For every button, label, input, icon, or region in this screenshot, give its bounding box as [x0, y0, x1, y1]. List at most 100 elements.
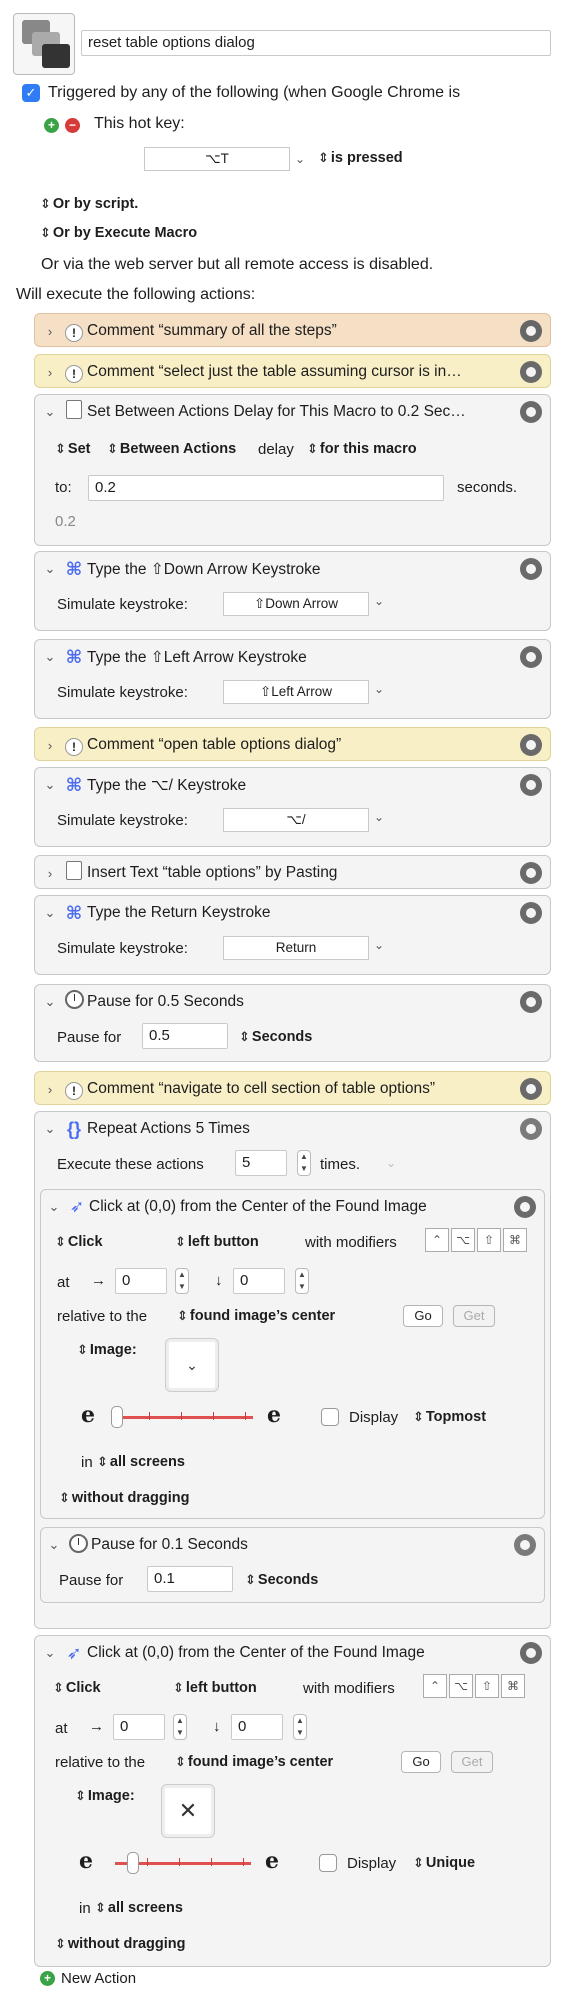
gear-icon[interactable] — [514, 1196, 536, 1218]
keystroke-dropdown-icon[interactable]: ⌄ — [374, 594, 384, 608]
keystroke-field[interactable]: Return — [223, 936, 369, 960]
action-comment-open-dialog[interactable]: › ! Comment “open table options dialog” — [34, 727, 551, 761]
disclosure-icon[interactable]: ⌄ — [39, 404, 61, 420]
gear-icon[interactable] — [514, 1534, 536, 1556]
y-offset-field[interactable]: 0 — [231, 1714, 283, 1740]
gear-icon[interactable] — [520, 1642, 542, 1664]
x-offset-field[interactable]: 0 — [115, 1268, 167, 1294]
modifier-option[interactable]: ⌥ — [451, 1228, 475, 1252]
fuzz-slider-knob[interactable] — [127, 1852, 139, 1874]
disclosure-icon[interactable]: ⌄ — [39, 777, 61, 793]
trigger-checkbox[interactable]: ✓ — [22, 84, 40, 102]
gear-icon[interactable] — [520, 1078, 542, 1100]
gear-icon[interactable] — [520, 774, 542, 796]
display-mode-select[interactable]: ⇕ Unique — [413, 1855, 475, 1871]
disclosure-icon[interactable]: ⌄ — [43, 1199, 65, 1215]
go-button[interactable]: Go — [403, 1305, 443, 1327]
times-dropdown-icon[interactable]: ⌄ — [386, 1156, 396, 1170]
image-well[interactable]: ✕ — [161, 1784, 215, 1838]
modifier-shift[interactable]: ⇧ — [477, 1228, 501, 1252]
action-click-found-image[interactable]: ⌄ ➶ Click at (0,0) from the Center of th… — [34, 1635, 551, 1967]
modifier-command[interactable]: ⌘ — [503, 1228, 527, 1252]
gear-icon[interactable] — [520, 401, 542, 423]
gear-icon[interactable] — [520, 902, 542, 924]
go-button[interactable]: Go — [401, 1751, 441, 1773]
keystroke-field[interactable]: ⌥/ — [223, 808, 369, 832]
pause-unit-select[interactable]: ⇕ Seconds — [239, 1029, 312, 1045]
gear-icon[interactable] — [520, 734, 542, 756]
macro-icon[interactable] — [13, 13, 75, 75]
modifier-control[interactable]: ⌃ — [423, 1674, 447, 1698]
screens-select[interactable]: ⇕ all screens — [95, 1900, 183, 1916]
or-by-execute-macro[interactable]: ⇕ Or by Execute Macro — [40, 225, 197, 241]
action-pause-0-5[interactable]: ⌄ Pause for 0.5 Seconds Pause for 0.5 ⇕ S… — [34, 984, 551, 1062]
action-type-return[interactable]: ⌄ ⌘ Type the Return Keystroke Simulate k… — [34, 895, 551, 975]
gear-icon[interactable] — [520, 991, 542, 1013]
gear-icon[interactable] — [520, 361, 542, 383]
relative-select[interactable]: ⇕ found image’s center — [175, 1754, 333, 1770]
disclosure-icon[interactable]: › — [39, 365, 61, 380]
for-macro-select[interactable]: ⇕ for this macro — [307, 441, 417, 457]
display-mode-select[interactable]: ⇕ Topmost — [413, 1409, 486, 1425]
hotkey-state-select[interactable]: ⇕ is pressed — [318, 150, 403, 166]
disclosure-icon[interactable]: ⌄ — [39, 1121, 61, 1137]
action-type-option-slash[interactable]: ⌄ ⌘ Type the ⌥/ Keystroke Simulate keyst… — [34, 767, 551, 847]
dragging-select[interactable]: ⇕ without dragging — [55, 1936, 186, 1952]
set-select[interactable]: ⇕ Set — [55, 441, 90, 457]
add-trigger-icon[interactable]: + — [44, 118, 59, 133]
action-set-delay[interactable]: ⌄ Set Between Actions Delay for This Mac… — [34, 394, 551, 546]
disclosure-icon[interactable]: ⌄ — [39, 561, 61, 577]
disclosure-icon[interactable]: ⌄ — [39, 649, 61, 665]
between-actions-select[interactable]: ⇕ Between Actions — [107, 441, 236, 457]
inner-action-click[interactable]: ⌄ ➶ Click at (0,0) from the Center of th… — [40, 1189, 545, 1519]
inner-action-pause[interactable]: ⌄ Pause for 0.1 Seconds Pause for 0.1 ⇕ S… — [40, 1527, 545, 1603]
action-comment-summary[interactable]: › ! Comment “summary of all the steps” — [34, 313, 551, 347]
fuzz-slider-knob[interactable] — [111, 1406, 123, 1428]
modifier-control[interactable]: ⌃ — [425, 1228, 449, 1252]
remove-trigger-icon[interactable]: − — [65, 118, 80, 133]
gear-icon[interactable] — [520, 1118, 542, 1140]
y-offset-field[interactable]: 0 — [233, 1268, 285, 1294]
disclosure-icon[interactable]: ⌄ — [39, 1645, 61, 1661]
action-insert-text[interactable]: › Insert Text “table options” by Pasting — [34, 855, 551, 889]
fuzz-slider-track[interactable] — [117, 1416, 253, 1419]
relative-select[interactable]: ⇕ found image’s center — [177, 1308, 335, 1324]
pause-unit-select[interactable]: ⇕ Seconds — [245, 1572, 318, 1588]
disclosure-icon[interactable]: › — [39, 738, 61, 753]
x-offset-stepper[interactable]: ▲ ▼ — [173, 1714, 187, 1740]
action-comment-navigate[interactable]: › ! Comment “navigate to cell section of… — [34, 1071, 551, 1105]
disclosure-icon[interactable]: › — [39, 1082, 61, 1097]
click-select[interactable]: ⇕ Click — [55, 1234, 103, 1250]
image-well[interactable]: ⌄ — [165, 1338, 219, 1392]
new-action-button[interactable]: + New Action — [40, 1970, 136, 1987]
display-checkbox[interactable] — [321, 1408, 339, 1426]
action-repeat[interactable]: ⌄ {} Repeat Actions 5 Times Execute thes… — [34, 1111, 551, 1629]
gear-icon[interactable] — [520, 558, 542, 580]
gear-icon[interactable] — [520, 646, 542, 668]
pause-value-field[interactable]: 0.1 — [147, 1566, 233, 1592]
modifier-command[interactable]: ⌘ — [501, 1674, 525, 1698]
keystroke-field[interactable]: ⇧Down Arrow — [223, 592, 369, 616]
disclosure-icon[interactable]: › — [39, 866, 61, 881]
disclosure-icon[interactable]: ⌄ — [43, 1537, 65, 1553]
screens-select[interactable]: ⇕ all screens — [97, 1454, 185, 1470]
delay-value-field[interactable]: 0.2 — [88, 475, 444, 501]
pause-value-field[interactable]: 0.5 — [142, 1023, 228, 1049]
button-select[interactable]: ⇕ left button — [173, 1680, 257, 1696]
keystroke-dropdown-icon[interactable]: ⌄ — [374, 938, 384, 952]
gear-icon[interactable] — [520, 320, 542, 342]
button-select[interactable]: ⇕ left button — [175, 1234, 259, 1250]
hotkey-field[interactable]: ⌥T — [144, 147, 290, 171]
dragging-select[interactable]: ⇕ without dragging — [59, 1490, 190, 1506]
action-comment-select[interactable]: › ! Comment “select just the table assum… — [34, 354, 551, 388]
x-offset-field[interactable]: 0 — [113, 1714, 165, 1740]
keystroke-dropdown-icon[interactable]: ⌄ — [374, 682, 384, 696]
or-by-script[interactable]: ⇕ Or by script. — [40, 196, 138, 212]
repeat-count-stepper[interactable]: ▲ ▼ — [297, 1150, 311, 1176]
x-offset-stepper[interactable]: ▲ ▼ — [175, 1268, 189, 1294]
action-type-left-arrow[interactable]: ⌄ ⌘ Type the ⇧Left Arrow Keystroke Simul… — [34, 639, 551, 719]
display-checkbox[interactable] — [319, 1854, 337, 1872]
disclosure-icon[interactable]: › — [39, 324, 61, 339]
action-type-down-arrow[interactable]: ⌄ ⌘ Type the ⇧Down Arrow Keystroke Simul… — [34, 551, 551, 631]
disclosure-icon[interactable]: ⌄ — [39, 905, 61, 921]
